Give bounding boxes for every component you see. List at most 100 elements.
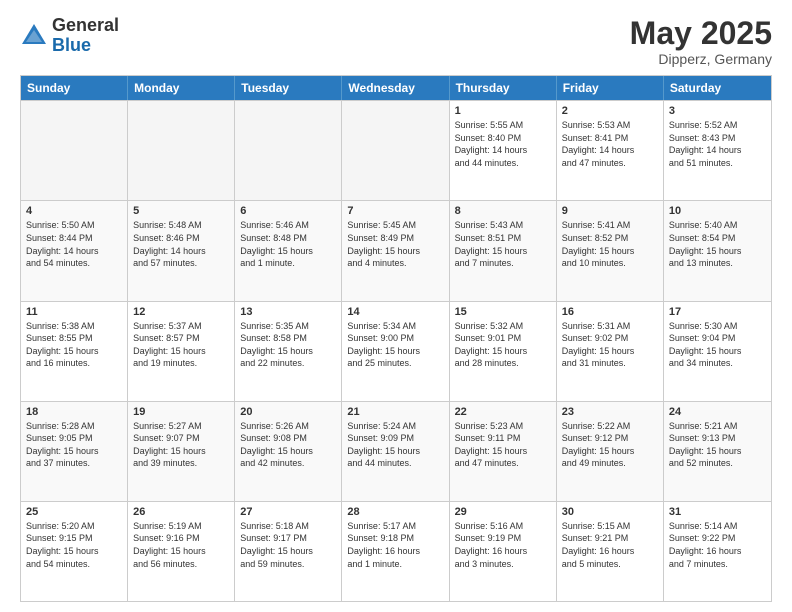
calendar-cell: 14 Sunrise: 5:34 AM Sunset: 9:00 PM Dayli… [342, 302, 449, 401]
header-cell-tuesday: Tuesday [235, 76, 342, 100]
day-info: Sunrise: 5:37 AM Sunset: 8:57 PM Dayligh… [133, 320, 229, 370]
day-number: 4 [26, 205, 122, 217]
calendar-cell: 22 Sunrise: 5:23 AM Sunset: 9:11 PM Dayli… [450, 402, 557, 501]
day-info: Sunrise: 5:52 AM Sunset: 8:43 PM Dayligh… [669, 119, 766, 169]
day-number: 23 [562, 406, 658, 418]
day-info: Sunrise: 5:27 AM Sunset: 9:07 PM Dayligh… [133, 420, 229, 470]
day-info: Sunrise: 5:55 AM Sunset: 8:40 PM Dayligh… [455, 119, 551, 169]
calendar-cell: 16Sunrise: 5:31 AM Sunset: 9:02 PM Dayli… [557, 302, 664, 401]
header-cell-monday: Monday [128, 76, 235, 100]
day-info: Sunrise: 5:16 AM Sunset: 9:19 PM Dayligh… [455, 520, 551, 570]
day-number: 30 [562, 506, 658, 518]
day-info: Sunrise: 5:50 AM Sunset: 8:44 PM Dayligh… [26, 219, 122, 269]
day-number: 29 [455, 506, 551, 518]
day-number: 25 [26, 506, 122, 518]
day-number: 1 [455, 105, 551, 117]
day-number: 6 [240, 205, 336, 217]
calendar-cell: 17 Sunrise: 5:30 AM Sunset: 9:04 PM Dayli… [664, 302, 771, 401]
page: General Blue May 2025 Dipperz, Germany S… [0, 0, 792, 612]
day-number: 7 [347, 205, 443, 217]
day-info: Sunrise: 5:14 AM Sunset: 9:22 PM Dayligh… [669, 520, 766, 570]
calendar-cell: 3Sunrise: 5:52 AM Sunset: 8:43 PM Daylig… [664, 101, 771, 200]
day-info: Sunrise: 5:23 AM Sunset: 9:11 PM Dayligh… [455, 420, 551, 470]
calendar-cell: 24 Sunrise: 5:21 AM Sunset: 9:13 PM Dayli… [664, 402, 771, 501]
day-info: Sunrise: 5:45 AM Sunset: 8:49 PM Dayligh… [347, 219, 443, 269]
calendar-row-5: 25Sunrise: 5:20 AM Sunset: 9:15 PM Dayli… [21, 501, 771, 601]
calendar-cell [21, 101, 128, 200]
logo-text: General Blue [52, 16, 119, 56]
day-number: 10 [669, 205, 766, 217]
calendar-cell: 7 Sunrise: 5:45 AM Sunset: 8:49 PM Daylig… [342, 201, 449, 300]
day-number: 17 [669, 306, 766, 318]
day-number: 31 [669, 506, 766, 518]
calendar-cell: 1 Sunrise: 5:55 AM Sunset: 8:40 PM Daylig… [450, 101, 557, 200]
day-number: 24 [669, 406, 766, 418]
day-number: 11 [26, 306, 122, 318]
calendar-cell: 11Sunrise: 5:38 AM Sunset: 8:55 PM Dayli… [21, 302, 128, 401]
calendar-cell: 15Sunrise: 5:32 AM Sunset: 9:01 PM Dayli… [450, 302, 557, 401]
calendar-cell: 25Sunrise: 5:20 AM Sunset: 9:15 PM Dayli… [21, 502, 128, 601]
header-cell-sunday: Sunday [21, 76, 128, 100]
day-info: Sunrise: 5:41 AM Sunset: 8:52 PM Dayligh… [562, 219, 658, 269]
day-number: 28 [347, 506, 443, 518]
day-number: 12 [133, 306, 229, 318]
calendar-cell [235, 101, 342, 200]
day-number: 21 [347, 406, 443, 418]
day-info: Sunrise: 5:35 AM Sunset: 8:58 PM Dayligh… [240, 320, 336, 370]
day-info: Sunrise: 5:18 AM Sunset: 9:17 PM Dayligh… [240, 520, 336, 570]
calendar-cell: 31 Sunrise: 5:14 AM Sunset: 9:22 PM Dayli… [664, 502, 771, 601]
calendar-cell: 5Sunrise: 5:48 AM Sunset: 8:46 PM Daylig… [128, 201, 235, 300]
day-info: Sunrise: 5:32 AM Sunset: 9:01 PM Dayligh… [455, 320, 551, 370]
calendar-cell: 10 Sunrise: 5:40 AM Sunset: 8:54 PM Dayli… [664, 201, 771, 300]
day-number: 13 [240, 306, 336, 318]
header: General Blue May 2025 Dipperz, Germany [20, 16, 772, 67]
calendar-cell [342, 101, 449, 200]
logo-general: General [52, 16, 119, 36]
day-info: Sunrise: 5:48 AM Sunset: 8:46 PM Dayligh… [133, 219, 229, 269]
header-cell-saturday: Saturday [664, 76, 771, 100]
day-info: Sunrise: 5:30 AM Sunset: 9:04 PM Dayligh… [669, 320, 766, 370]
day-info: Sunrise: 5:28 AM Sunset: 9:05 PM Dayligh… [26, 420, 122, 470]
day-info: Sunrise: 5:34 AM Sunset: 9:00 PM Dayligh… [347, 320, 443, 370]
day-number: 18 [26, 406, 122, 418]
header-cell-friday: Friday [557, 76, 664, 100]
calendar-header: SundayMondayTuesdayWednesdayThursdayFrid… [21, 76, 771, 100]
day-number: 8 [455, 205, 551, 217]
day-info: Sunrise: 5:22 AM Sunset: 9:12 PM Dayligh… [562, 420, 658, 470]
calendar-row-4: 18 Sunrise: 5:28 AM Sunset: 9:05 PM Dayli… [21, 401, 771, 501]
calendar-cell: 12 Sunrise: 5:37 AM Sunset: 8:57 PM Dayli… [128, 302, 235, 401]
logo: General Blue [20, 16, 119, 56]
day-info: Sunrise: 5:24 AM Sunset: 9:09 PM Dayligh… [347, 420, 443, 470]
day-number: 14 [347, 306, 443, 318]
calendar-cell: 23 Sunrise: 5:22 AM Sunset: 9:12 PM Dayli… [557, 402, 664, 501]
calendar-cell: 9 Sunrise: 5:41 AM Sunset: 8:52 PM Daylig… [557, 201, 664, 300]
calendar-cell: 28Sunrise: 5:17 AM Sunset: 9:18 PM Dayli… [342, 502, 449, 601]
day-number: 27 [240, 506, 336, 518]
day-info: Sunrise: 5:15 AM Sunset: 9:21 PM Dayligh… [562, 520, 658, 570]
day-number: 22 [455, 406, 551, 418]
day-info: Sunrise: 5:19 AM Sunset: 9:16 PM Dayligh… [133, 520, 229, 570]
calendar-cell: 21 Sunrise: 5:24 AM Sunset: 9:09 PM Dayli… [342, 402, 449, 501]
calendar-row-3: 11Sunrise: 5:38 AM Sunset: 8:55 PM Dayli… [21, 301, 771, 401]
day-info: Sunrise: 5:26 AM Sunset: 9:08 PM Dayligh… [240, 420, 336, 470]
calendar-cell: 30 Sunrise: 5:15 AM Sunset: 9:21 PM Dayli… [557, 502, 664, 601]
calendar-row-1: 1 Sunrise: 5:55 AM Sunset: 8:40 PM Daylig… [21, 100, 771, 200]
day-info: Sunrise: 5:53 AM Sunset: 8:41 PM Dayligh… [562, 119, 658, 169]
calendar-cell: 29 Sunrise: 5:16 AM Sunset: 9:19 PM Dayli… [450, 502, 557, 601]
day-info: Sunrise: 5:40 AM Sunset: 8:54 PM Dayligh… [669, 219, 766, 269]
day-info: Sunrise: 5:46 AM Sunset: 8:48 PM Dayligh… [240, 219, 336, 269]
day-number: 26 [133, 506, 229, 518]
day-number: 2 [562, 105, 658, 117]
calendar-cell: 4 Sunrise: 5:50 AM Sunset: 8:44 PM Daylig… [21, 201, 128, 300]
calendar-cell: 6 Sunrise: 5:46 AM Sunset: 8:48 PM Daylig… [235, 201, 342, 300]
calendar-cell: 2 Sunrise: 5:53 AM Sunset: 8:41 PM Daylig… [557, 101, 664, 200]
calendar-cell: 20Sunrise: 5:26 AM Sunset: 9:08 PM Dayli… [235, 402, 342, 501]
calendar-cell: 19 Sunrise: 5:27 AM Sunset: 9:07 PM Dayli… [128, 402, 235, 501]
calendar-cell: 13 Sunrise: 5:35 AM Sunset: 8:58 PM Dayli… [235, 302, 342, 401]
header-cell-wednesday: Wednesday [342, 76, 449, 100]
day-number: 9 [562, 205, 658, 217]
day-info: Sunrise: 5:21 AM Sunset: 9:13 PM Dayligh… [669, 420, 766, 470]
logo-icon [20, 22, 48, 50]
day-number: 19 [133, 406, 229, 418]
calendar-cell: 8Sunrise: 5:43 AM Sunset: 8:51 PM Daylig… [450, 201, 557, 300]
